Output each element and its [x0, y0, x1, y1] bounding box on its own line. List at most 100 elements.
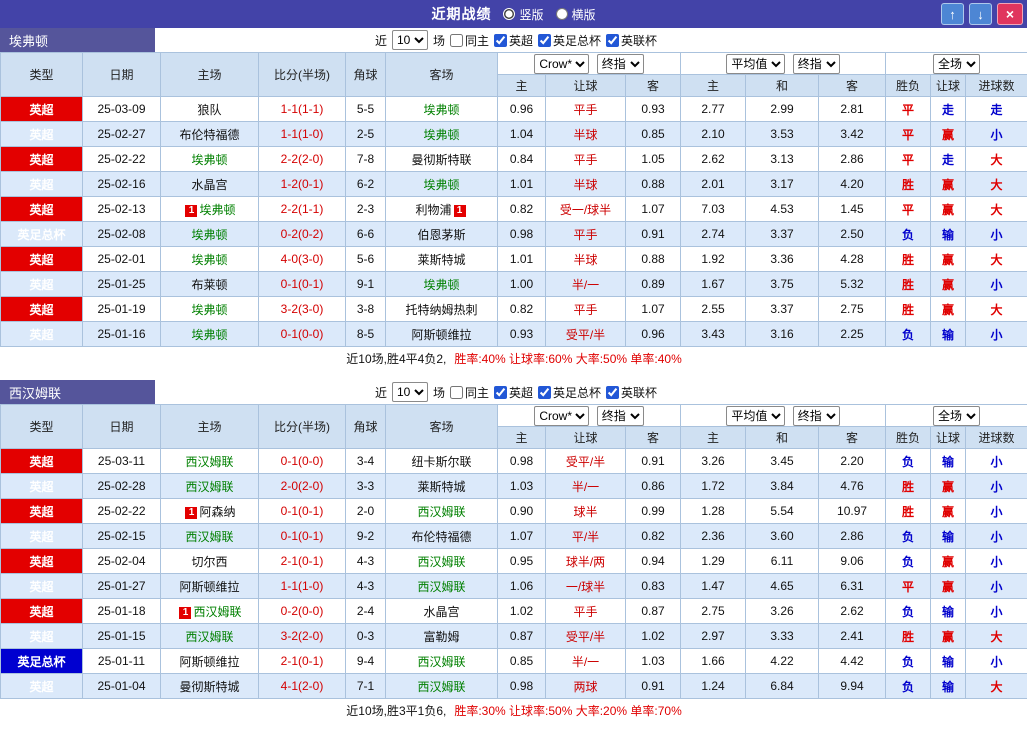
asian-company-select[interactable]: Crow* [534, 53, 590, 74]
corners-cell: 3-3 [345, 473, 386, 499]
date-cell: 25-01-27 [82, 573, 161, 599]
date-cell: 25-02-15 [82, 523, 161, 549]
asian-time-select[interactable]: 终指 [596, 405, 644, 426]
handicap-result-cell: 赢 [930, 271, 967, 297]
handicap-result-cell: 赢 [930, 573, 967, 599]
match-row: 英超 25-01-04 曼彻斯特城 4-1(2-0) 7-1 西汉姆联 0.98 两球 0.91… [0, 673, 1027, 699]
team-name: 埃弗顿 [0, 28, 155, 52]
table-header: 类型 日期 主场 比分(半场) 角球 客场 Crow* 终指 平均值 终指 全场 [0, 52, 1027, 97]
asian-time-select[interactable]: 终指 [596, 53, 644, 74]
asian-away-odds: 0.82 [624, 523, 682, 549]
result-cell: 平 [885, 196, 932, 222]
date-cell: 25-03-09 [82, 96, 161, 122]
goals-result-cell: 大 [965, 296, 1027, 322]
corners-cell: 5-6 [345, 246, 386, 272]
league-facup-label: 英足总杯 [553, 33, 602, 48]
league-cell: 英超 [0, 321, 83, 347]
layout-horizontal-radio-input[interactable] [555, 8, 568, 20]
team-name-text: 埃弗顿 [191, 152, 228, 167]
close-button[interactable]: × [997, 3, 1023, 25]
league-cell: 英超 [0, 448, 83, 474]
league-checkbox-facup[interactable]: 英足总杯 [538, 32, 601, 49]
score-cell: 2-2(2-0) [258, 146, 346, 172]
asian-home-odds: 0.96 [497, 96, 546, 122]
score-cell: 2-2(1-1) [258, 196, 346, 222]
col-header-euro-home: 主 [680, 426, 747, 449]
result-cell: 胜 [885, 473, 932, 499]
team-name-text: 利物浦 [415, 202, 452, 217]
asian-company-select[interactable]: Crow* [534, 405, 590, 426]
asian-away-odds: 1.05 [624, 146, 682, 172]
up-arrow-icon: ↑ [949, 6, 956, 22]
team-name-text: 埃弗顿 [199, 202, 236, 217]
team-name: 西汉姆联 [0, 380, 155, 404]
result-cell: 负 [885, 673, 932, 699]
euro-away-odds: 2.81 [818, 96, 887, 122]
result-cell: 胜 [885, 498, 932, 524]
euro-company-select[interactable]: 平均值 [726, 405, 786, 426]
league-checkbox-eflcup[interactable]: 英联杯 [606, 384, 657, 401]
euro-odds-controls: 平均值 终指 [680, 52, 887, 75]
same-home-checkbox-input[interactable] [449, 385, 463, 399]
goals-result-cell: 小 [965, 648, 1027, 674]
euro-away-odds: 5.32 [818, 271, 887, 297]
league-checkbox-premier[interactable]: 英超 [494, 384, 533, 401]
asian-home-odds: 0.84 [497, 146, 546, 172]
match-row: 英超 25-01-19 埃弗顿 3-2(3-0) 3-8 托特纳姆热刺 0.82 平手 1.07… [0, 296, 1027, 322]
goals-result-cell: 小 [965, 573, 1027, 599]
asian-home-odds: 0.87 [497, 623, 546, 649]
same-home-checkbox-input[interactable] [449, 33, 463, 47]
match-count-select[interactable]: 10 [391, 382, 428, 402]
score-cell: 0-2(0-0) [258, 598, 346, 624]
euro-time-select[interactable]: 终指 [792, 405, 840, 426]
result-cell: 负 [885, 523, 932, 549]
asian-away-odds: 0.87 [624, 598, 682, 624]
col-header-euro-draw: 和 [745, 426, 820, 449]
match-row: 英超 25-02-15 西汉姆联 0-1(0-1) 9-2 布伦特福德 1.07 平/半 0.8… [0, 523, 1027, 549]
same-home-checkbox[interactable]: 同主 [449, 32, 489, 49]
league-checkbox-premier[interactable]: 英超 [494, 32, 533, 49]
layout-horizontal-radio[interactable]: 横版 [555, 6, 596, 23]
match-count-select[interactable]: 10 [391, 30, 428, 50]
league-checkbox-eflcup-input[interactable] [606, 33, 620, 47]
euro-draw-odds: 3.36 [745, 246, 820, 272]
euro-home-odds: 2.01 [680, 171, 747, 197]
scroll-up-button[interactable]: ↑ [941, 3, 964, 25]
scope-select[interactable]: 全场 [933, 405, 981, 426]
col-header-corners: 角球 [345, 52, 386, 97]
same-home-checkbox[interactable]: 同主 [449, 384, 489, 401]
league-checkbox-eflcup[interactable]: 英联杯 [606, 32, 657, 49]
layout-vertical-radio[interactable]: 竖版 [503, 6, 544, 23]
match-row: 英超 25-02-04 切尔西 2-1(0-1) 4-3 西汉姆联 0.95 球半/两 0.94… [0, 548, 1027, 574]
handicap-result-cell: 输 [930, 598, 967, 624]
league-checkbox-facup-input[interactable] [538, 33, 552, 47]
col-header-type: 类型 [0, 404, 83, 449]
league-premier-label: 英超 [509, 33, 534, 48]
league-checkbox-premier-input[interactable] [494, 385, 507, 399]
date-cell: 25-01-19 [82, 296, 161, 322]
league-checkbox-premier-input[interactable] [494, 33, 507, 47]
goals-result-cell: 小 [965, 271, 1027, 297]
scope-select[interactable]: 全场 [933, 53, 981, 74]
handicap-cell: 平手 [545, 296, 626, 322]
summary-row: 近10场,胜4平4负2, 胜率:40% 让球率:60% 大率:50% 单率:40% [0, 346, 1027, 371]
layout-vertical-radio-input[interactable] [503, 8, 516, 20]
euro-draw-odds: 4.22 [745, 648, 820, 674]
euro-home-odds: 2.10 [680, 121, 747, 147]
euro-time-select[interactable]: 终指 [792, 53, 840, 74]
euro-company-select[interactable]: 平均值 [726, 53, 786, 74]
result-cell: 负 [885, 221, 932, 247]
euro-home-odds: 1.24 [680, 673, 747, 699]
league-cell: 英超 [0, 146, 83, 172]
match-row: 英超 25-01-27 阿斯顿维拉 1-1(1-0) 4-3 西汉姆联 1.06 一/球半 0.… [0, 573, 1027, 599]
league-checkbox-facup[interactable]: 英足总杯 [538, 384, 601, 401]
league-checkbox-facup-input[interactable] [538, 385, 552, 399]
asian-away-odds: 1.03 [624, 648, 682, 674]
team-name-text: 布伦特福德 [179, 127, 240, 142]
score-cell: 1-1(1-0) [258, 573, 346, 599]
scope-controls: 全场 [885, 404, 1027, 427]
euro-home-odds: 1.29 [680, 548, 747, 574]
league-checkbox-eflcup-input[interactable] [606, 385, 620, 399]
league-cell: 英超 [0, 623, 83, 649]
scroll-down-button[interactable]: ↓ [969, 3, 992, 25]
